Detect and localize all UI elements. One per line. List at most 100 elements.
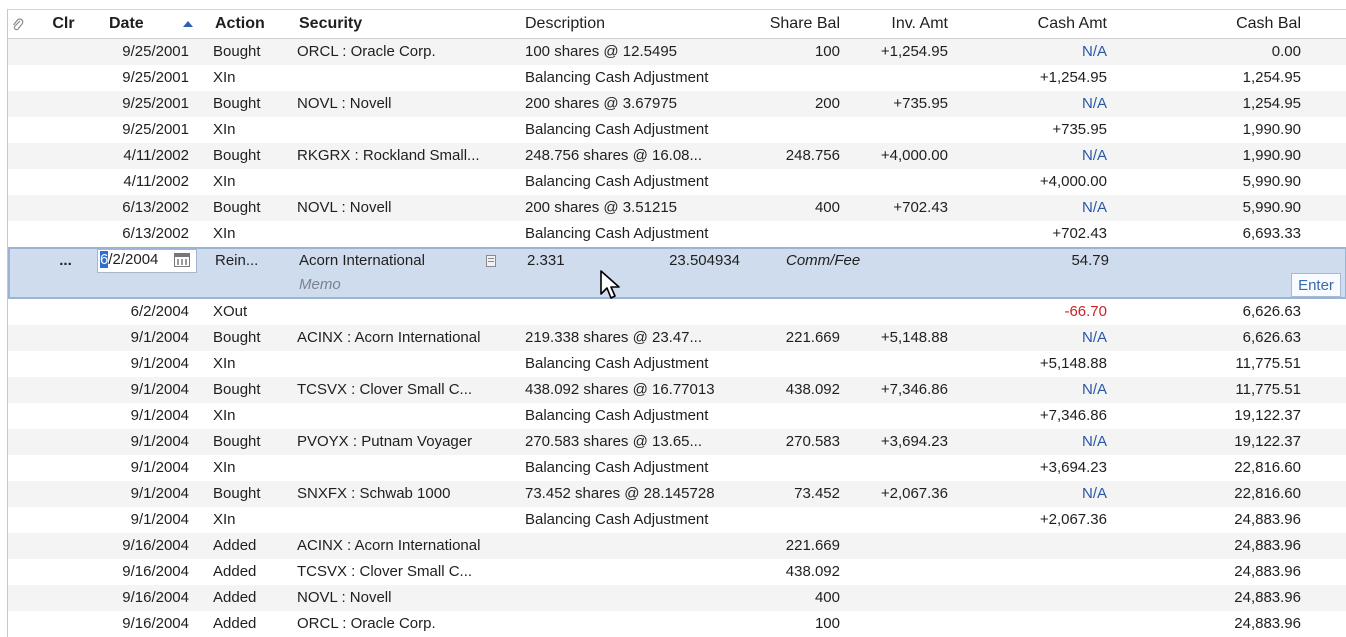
- description-cell: Balancing Cash Adjustment: [525, 225, 709, 242]
- action-cell: Bought: [213, 381, 261, 398]
- edit-amount-field[interactable]: 54.79: [963, 249, 1109, 273]
- transaction-row[interactable]: 4/11/2002 Bought RKGRX : Rockland Small...…: [8, 143, 1346, 169]
- transaction-row[interactable]: 9/25/2001 Bought ORCL : Oracle Corp. 100 sh…: [8, 39, 1346, 65]
- description-cell: 219.338 shares @ 23.47...: [525, 329, 703, 346]
- transaction-row[interactable]: 9/25/2001 XIn Balancing Cash Adjustment +73…: [8, 117, 1346, 143]
- cash-amt-cell: N/A: [1081, 147, 1107, 164]
- inv-amt-cell: +735.95: [893, 95, 948, 112]
- security-column-header[interactable]: Security: [283, 10, 511, 38]
- transaction-row[interactable]: 6/2/2004 XOut -66.70 6,626.63: [8, 299, 1346, 325]
- transaction-row[interactable]: 9/1/2004 Bought TCSVX : Clover Small C... 4…: [8, 377, 1346, 403]
- date-cell: 4/11/2002: [123, 173, 189, 190]
- cash-bal-column-header[interactable]: Cash Bal: [1120, 10, 1314, 38]
- date-cell: 9/1/2004: [130, 355, 189, 372]
- cash-bal-cell: 24,883.96: [1234, 511, 1301, 528]
- inv-amt-column-header[interactable]: Inv. Amt: [853, 10, 961, 38]
- description-column-header[interactable]: Description: [511, 10, 743, 38]
- cash-bal-cell: 11,775.51: [1235, 355, 1301, 372]
- date-cell: 9/25/2001: [122, 95, 189, 112]
- cash-amt-cell: [961, 611, 1120, 637]
- inv-amt-cell: [853, 455, 961, 481]
- security-cell: [283, 221, 511, 247]
- date-cell: 9/1/2004: [130, 407, 189, 424]
- transaction-row[interactable]: 9/1/2004 Bought PVOYX : Putnam Voyager 270.…: [8, 429, 1346, 455]
- description-cell: Balancing Cash Adjustment: [525, 511, 709, 528]
- action-cell: Bought: [213, 95, 261, 112]
- date-cell: 9/25/2001: [122, 43, 189, 60]
- edit-security-field[interactable]: Acorn International: [285, 249, 513, 273]
- memo-icon[interactable]: [486, 255, 496, 267]
- cash-bal-cell: 19,122.37: [1234, 407, 1301, 424]
- description-cell: Balancing Cash Adjustment: [525, 355, 709, 372]
- transaction-row[interactable]: 9/16/2004 Added ACINX : Acorn Internationa…: [8, 533, 1346, 559]
- inv-amt-cell: [853, 585, 961, 611]
- inv-amt-cell: +5,148.88: [880, 329, 948, 346]
- transaction-edit-form[interactable]: ... 6/2/2004 Rein... Acorn International…: [8, 247, 1346, 299]
- sort-ascending-icon: [183, 21, 193, 27]
- share-bal-cell: 100: [814, 43, 840, 60]
- calendar-icon[interactable]: [174, 253, 190, 267]
- transaction-row[interactable]: 9/16/2004 Added TCSVX : Clover Small C... 4…: [8, 559, 1346, 585]
- edit-shares-field[interactable]: 2.331: [513, 249, 633, 273]
- transaction-row[interactable]: 6/13/2002 XIn Balancing Cash Adjustment +70…: [8, 221, 1346, 247]
- transaction-row[interactable]: 9/16/2004 Added NOVL : Novell 400 24,883.96: [8, 585, 1346, 611]
- action-cell: Added: [213, 537, 257, 554]
- description-cell: Balancing Cash Adjustment: [525, 121, 709, 138]
- edit-clr-field[interactable]: ...: [37, 249, 94, 273]
- inv-amt-cell: +7,346.86: [880, 381, 948, 398]
- transaction-row[interactable]: 9/1/2004 Bought ACINX : Acorn Internationa…: [8, 325, 1346, 351]
- transaction-row[interactable]: 9/1/2004 XIn Balancing Cash Adjustment +2,0…: [8, 507, 1346, 533]
- date-cell: 9/1/2004: [130, 459, 189, 476]
- cash-bal-cell: 6,626.63: [1242, 329, 1301, 346]
- cash-amt-cell: N/A: [1081, 433, 1107, 450]
- share-bal-cell: 100: [814, 615, 840, 632]
- description-cell: 270.583 shares @ 13.65...: [525, 433, 703, 450]
- transaction-row[interactable]: 9/25/2001 XIn Balancing Cash Adjustment +1,…: [8, 65, 1346, 91]
- cash-amt-cell: -66.70: [1064, 303, 1107, 320]
- inv-amt-cell: [853, 117, 961, 143]
- enter-button[interactable]: Enter: [1291, 273, 1341, 297]
- date-cell: 9/25/2001: [122, 121, 189, 138]
- transaction-row[interactable]: 9/16/2004 Added ORCL : Oracle Corp. 100 24,8…: [8, 611, 1346, 637]
- transaction-row[interactable]: 4/11/2002 XIn Balancing Cash Adjustment +4,…: [8, 169, 1346, 195]
- comm-fee-label[interactable]: Comm/Fee: [786, 249, 886, 273]
- inv-amt-cell: [853, 169, 961, 195]
- edit-date-field[interactable]: 6/2/2004: [97, 249, 197, 273]
- cash-bal-cell: 1,990.90: [1242, 121, 1301, 138]
- register-header: Clr Date Action Security Description Sha…: [8, 9, 1346, 39]
- edit-price-field[interactable]: 23.504934: [633, 249, 740, 273]
- date-header-label: Date: [109, 15, 144, 32]
- share-bal-cell: 400: [814, 589, 840, 606]
- security-cell: NOVL : Novell: [297, 199, 392, 216]
- transaction-row[interactable]: 9/1/2004 Bought SNXFX : Schwab 1000 73.452 …: [8, 481, 1346, 507]
- action-cell: XIn: [213, 173, 236, 190]
- cash-amt-cell: [961, 533, 1120, 559]
- security-cell: [283, 455, 511, 481]
- date-cell: 9/1/2004: [130, 511, 189, 528]
- security-cell: TCSVX : Clover Small C...: [297, 563, 473, 580]
- transaction-row[interactable]: 9/1/2004 XIn Balancing Cash Adjustment +5,1…: [8, 351, 1346, 377]
- date-cell: 6/2/2004: [130, 303, 189, 320]
- cash-bal-cell: 6,626.63: [1242, 303, 1301, 320]
- date-cell: 9/16/2004: [122, 563, 189, 580]
- edit-action-field[interactable]: Rein...: [201, 249, 285, 273]
- date-column-header[interactable]: Date: [92, 10, 199, 38]
- cash-amt-cell: [961, 585, 1120, 611]
- cash-bal-cell: 5,990.90: [1242, 199, 1301, 216]
- transaction-list-bottom: 6/2/2004 XOut -66.70 6,626.63 9/1/2004 Bought…: [8, 299, 1346, 637]
- clr-column-header[interactable]: Clr: [35, 10, 92, 38]
- inv-amt-cell: +2,067.36: [880, 485, 948, 502]
- security-cell: [283, 169, 511, 195]
- transaction-row[interactable]: 9/25/2001 Bought NOVL : Novell 200 shares @…: [8, 91, 1346, 117]
- attachment-column-header[interactable]: [8, 10, 35, 38]
- cash-bal-cell: 19,122.37: [1234, 433, 1301, 450]
- date-cell: 9/1/2004: [130, 485, 189, 502]
- memo-field[interactable]: Memo: [285, 273, 513, 297]
- cash-amt-column-header[interactable]: Cash Amt: [961, 10, 1120, 38]
- share-bal-column-header[interactable]: Share Bal: [743, 10, 853, 38]
- action-column-header[interactable]: Action: [199, 10, 283, 38]
- transaction-row[interactable]: 6/13/2002 Bought NOVL : Novell 200 shares @…: [8, 195, 1346, 221]
- transaction-row[interactable]: 9/1/2004 XIn Balancing Cash Adjustment +3,6…: [8, 455, 1346, 481]
- transaction-row[interactable]: 9/1/2004 XIn Balancing Cash Adjustment +7,3…: [8, 403, 1346, 429]
- inv-amt-cell: [853, 351, 961, 377]
